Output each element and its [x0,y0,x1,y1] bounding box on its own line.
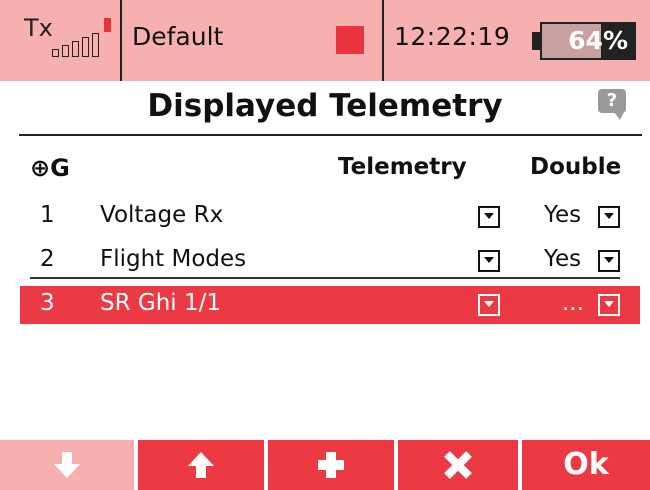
page-title: Displayed Telemetry [147,88,503,124]
telemetry-column-header: Telemetry [338,154,467,180]
signal-bar [92,33,99,57]
signal-bar [62,45,69,57]
arrow-down-icon [54,452,80,478]
table-row-selected[interactable]: 3 SR Ghi 1/1 ... [20,286,640,324]
alert-marker [104,18,111,32]
row-divider [30,277,620,279]
double-value: Yes [544,202,582,228]
telemetry-dropdown[interactable] [478,206,500,228]
model-color-square [336,26,364,54]
double-column-header: Double [530,154,622,180]
telemetry-dropdown[interactable] [478,294,500,316]
row-number: 3 [40,290,55,316]
double-dropdown[interactable] [598,294,620,316]
model-name: Default [132,22,224,51]
table-row[interactable]: 1 Voltage Rx Yes [20,198,640,236]
time-segment: 12:22:19 [384,0,518,81]
tx-signal-indicator: Tx [20,0,122,81]
signal-bar [52,49,59,57]
battery-percent: 64% [568,26,628,55]
model-segment[interactable]: Default [122,0,384,81]
double-value: ... [562,290,584,316]
global-column-header: ⊕G [30,154,70,182]
double-dropdown[interactable] [598,206,620,228]
arrow-up-icon [188,452,214,478]
bottom-toolbar: Ok [0,440,650,490]
title-divider [19,134,642,136]
row-name: Flight Modes [100,246,247,272]
signal-bar [72,41,79,57]
tx-label: Tx [24,14,53,42]
row-number: 1 [40,202,55,228]
signal-bar [82,37,89,57]
move-down-button[interactable] [0,440,134,490]
ok-button[interactable]: Ok [522,440,650,490]
move-up-button[interactable] [138,440,264,490]
close-icon [444,451,472,479]
battery-nub [532,32,540,50]
double-dropdown[interactable] [598,250,620,272]
add-button[interactable] [268,440,394,490]
delete-button[interactable] [398,440,518,490]
status-bar: Tx Default 12:22:19 64% [0,0,650,81]
double-value: Yes [544,246,582,272]
battery-icon: 64% [540,22,636,60]
clock: 12:22:19 [394,22,511,51]
row-number: 2 [40,246,55,272]
row-name: SR Ghi 1/1 [100,290,222,316]
table-row[interactable]: 2 Flight Modes Yes [20,242,640,280]
telemetry-dropdown[interactable] [478,250,500,272]
row-name: Voltage Rx [100,202,224,228]
plus-icon [318,452,344,478]
help-icon[interactable]: ? [598,89,626,120]
